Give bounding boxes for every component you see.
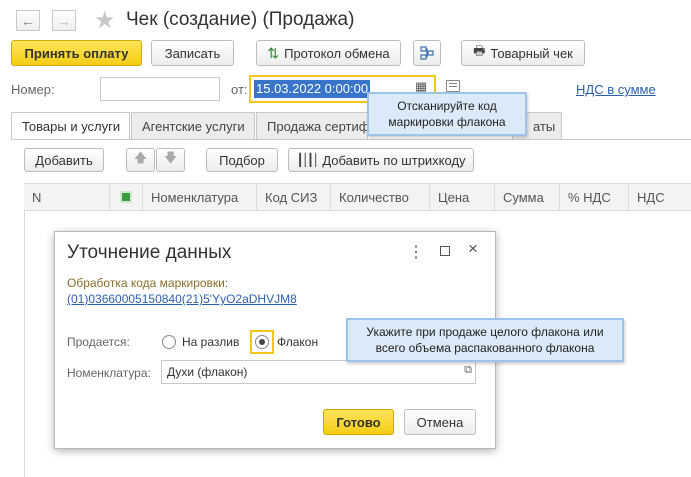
radio-bottle-label[interactable]: Флакон: [277, 335, 318, 349]
tab-panel-border: [11, 139, 691, 140]
radio-bulk[interactable]: [162, 335, 176, 349]
table-left-border: [24, 211, 25, 477]
move-down-button[interactable]: 🡇: [156, 148, 185, 172]
exchange-protocol-label: Протокол обмена: [284, 45, 390, 61]
column-vat-rate[interactable]: % НДС: [560, 183, 629, 211]
column-nomenclature[interactable]: Номенклатура: [143, 183, 257, 211]
column-n[interactable]: N: [24, 183, 110, 211]
nomenclature-value: Духи (флакон): [167, 365, 248, 379]
arrow-right-icon: →: [57, 12, 71, 29]
tab-certificates[interactable]: Продажа сертиф: [256, 112, 368, 139]
column-vat[interactable]: НДС: [629, 183, 691, 211]
barcode-icon: ┃│┃│: [296, 153, 319, 167]
arrow-left-icon: ←: [21, 12, 35, 29]
exchange-arrows-icon: ⇅: [267, 44, 280, 61]
bottle-hint-tooltip: Укажите при продаже целого флакона или в…: [346, 318, 624, 362]
done-button[interactable]: Готово: [323, 409, 394, 435]
open-icon[interactable]: ⧉: [464, 364, 472, 377]
printer-icon: 🖶: [473, 43, 486, 58]
accept-payment-button[interactable]: Принять оплату: [11, 40, 142, 66]
bottle-hint-line2: всего объема распакованного флакона: [375, 341, 595, 355]
add-by-barcode-label: Добавить по штрихкоду: [322, 152, 466, 168]
scan-hint-tooltip: Отсканируйте код маркировки флакона: [367, 92, 527, 136]
move-up-button[interactable]: 🡅: [126, 148, 155, 172]
hierarchy-icon: [420, 46, 434, 60]
sold-label: Продается:: [67, 335, 130, 349]
dialog-title: Уточнение данных: [67, 242, 232, 263]
processing-label: Обработка кода маркировки:: [67, 276, 229, 290]
radio-bottle[interactable]: [255, 335, 269, 349]
date-value: 15.03.2022 0:00:00: [254, 80, 371, 98]
select-button[interactable]: Подбор: [206, 148, 278, 172]
scan-hint-line1: Отсканируйте код: [397, 99, 497, 113]
column-sum[interactable]: Сумма: [495, 183, 560, 211]
cancel-button[interactable]: Отмена: [404, 409, 476, 435]
nomenclature-field[interactable]: Духи (флакон) ⧉: [161, 360, 476, 384]
scan-hint-line2: маркировки флакона: [388, 115, 506, 129]
more-icon[interactable]: ⋮: [408, 242, 424, 262]
add-by-barcode-button[interactable]: ┃│┃│ Добавить по штрихкоду: [288, 148, 474, 172]
forward-button[interactable]: →: [52, 10, 76, 31]
column-price[interactable]: Цена: [430, 183, 495, 211]
marking-icon: [120, 191, 132, 203]
back-button[interactable]: ←: [16, 10, 40, 31]
tab-goods[interactable]: Товары и услуги: [11, 112, 130, 140]
arrow-down-icon: 🡇: [163, 150, 178, 165]
structure-button[interactable]: [413, 40, 441, 66]
vat-link[interactable]: НДС в сумме: [576, 82, 656, 97]
exchange-protocol-button[interactable]: ⇅ Протокол обмена: [256, 40, 401, 66]
nomenclature-label: Номенклатура:: [67, 366, 151, 380]
radio-bulk-label[interactable]: На разлив: [182, 335, 239, 349]
number-label: Номер:: [11, 82, 55, 97]
arrow-up-icon: 🡅: [133, 150, 148, 165]
add-row-button[interactable]: Добавить: [24, 148, 104, 172]
marking-code-link[interactable]: (01)03660005150840(21)5'YyO2aDHVJM8: [67, 292, 297, 306]
column-siz-code[interactable]: Код СИЗ: [257, 183, 331, 211]
save-button[interactable]: Записать: [151, 40, 234, 66]
bottle-hint-line1: Укажите при продаже целого флакона или: [366, 325, 604, 339]
page-title: Чек (создание) (Продажа): [126, 9, 355, 30]
maximize-icon[interactable]: [440, 246, 450, 256]
comment-icon[interactable]: [446, 80, 460, 92]
column-marking[interactable]: [110, 183, 143, 211]
close-icon[interactable]: ×: [468, 239, 478, 259]
star-icon[interactable]: ★: [94, 6, 116, 35]
number-input[interactable]: [100, 77, 220, 101]
tab-agent-services[interactable]: Агентские услуги: [131, 112, 255, 139]
receipt-label: Товарный чек: [490, 45, 573, 61]
from-label: от:: [231, 82, 248, 97]
column-quantity[interactable]: Количество: [331, 183, 430, 211]
receipt-button[interactable]: 🖶 Товарный чек: [461, 40, 585, 66]
